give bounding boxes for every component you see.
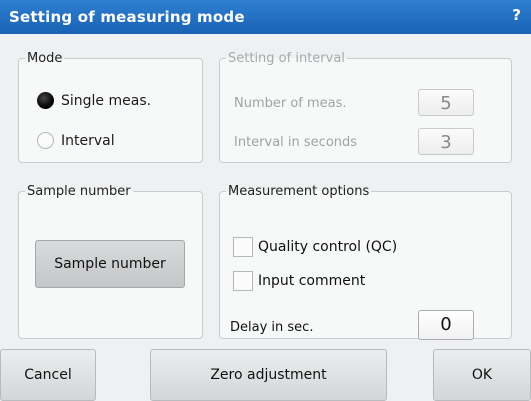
radio-selected-icon xyxy=(37,92,54,109)
checkbox-unchecked-icon xyxy=(233,271,253,291)
radio-unselected-icon xyxy=(37,132,54,149)
help-icon[interactable]: ? xyxy=(512,6,521,24)
mode-legend: Mode xyxy=(27,51,63,66)
interval-group: Setting of interval Number of meas. 5 In… xyxy=(219,51,512,163)
interval-legend: Setting of interval xyxy=(228,51,345,66)
sample-number-button[interactable]: Sample number xyxy=(35,240,185,288)
radio-interval-label: Interval xyxy=(61,132,115,149)
interval-seconds-field[interactable]: 3 xyxy=(418,128,474,155)
number-of-meas-label: Number of meas. xyxy=(234,96,347,111)
delay-field[interactable]: 0 xyxy=(418,310,474,340)
radio-interval[interactable]: Interval xyxy=(37,132,115,149)
cancel-button[interactable]: Cancel xyxy=(0,349,96,401)
dialog-body: Mode Single meas. Interval Setting of in… xyxy=(0,34,531,401)
radio-single-meas-label: Single meas. xyxy=(61,92,152,109)
zero-adjustment-button[interactable]: Zero adjustment xyxy=(150,349,387,401)
input-comment-checkbox[interactable]: Input comment xyxy=(233,271,365,291)
delay-label: Delay in sec. xyxy=(230,320,314,335)
qc-checkbox[interactable]: Quality control (QC) xyxy=(233,237,397,257)
ok-button[interactable]: OK xyxy=(433,349,531,401)
sample-number-legend: Sample number xyxy=(27,184,131,199)
measurement-options-group: Measurement options Quality control (QC)… xyxy=(219,184,512,340)
interval-seconds-label: Interval in seconds xyxy=(234,135,358,150)
checkbox-unchecked-icon xyxy=(233,237,253,257)
qc-label: Quality control (QC) xyxy=(258,239,398,255)
number-of-meas-field[interactable]: 5 xyxy=(418,89,474,116)
mode-group: Mode Single meas. Interval xyxy=(18,51,203,163)
title-bar: Setting of measuring mode ? xyxy=(0,0,531,34)
window-title: Setting of measuring mode xyxy=(9,8,245,26)
sample-number-group: Sample number Sample number xyxy=(18,184,203,339)
radio-single-meas[interactable]: Single meas. xyxy=(37,92,151,109)
measurement-options-legend: Measurement options xyxy=(228,184,370,199)
input-comment-label: Input comment xyxy=(258,273,366,289)
